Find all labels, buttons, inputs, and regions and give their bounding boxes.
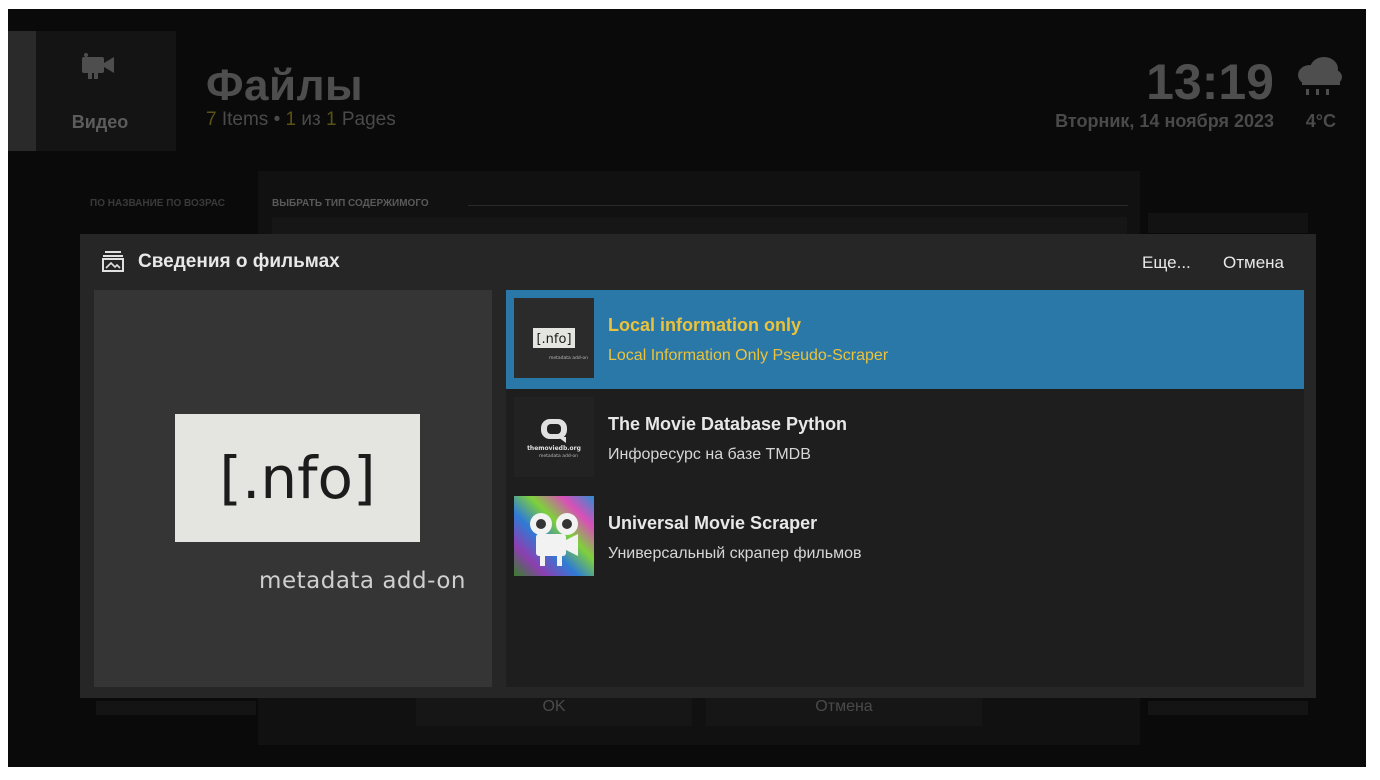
- cancel-button[interactable]: Отмена: [1223, 253, 1284, 273]
- scraper-list: [.nfo] metadata add-on Local information…: [506, 290, 1304, 687]
- dialog-header: Сведения о фильмах Еще... Отмена: [80, 234, 1316, 290]
- rain-cloud-icon: [1298, 57, 1342, 95]
- more-button[interactable]: Еще...: [1142, 253, 1191, 273]
- item-title: The Movie Database Python: [608, 414, 848, 434]
- items-word: Items: [221, 109, 269, 130]
- kodi-screen: Видео Файлы 7 Items • 1 из 1 Pages 13:19…: [8, 9, 1366, 767]
- page-title: Файлы: [206, 61, 364, 110]
- universal-scraper-icon: [514, 496, 594, 576]
- video-camera-icon: [82, 53, 114, 79]
- item-subtitle: Local Information Only Pseudo-Scraper: [608, 347, 889, 364]
- background-row: [272, 217, 1127, 235]
- page-current: 1: [285, 109, 297, 130]
- heading-divider: [468, 205, 1128, 206]
- background-section-tile: [36, 31, 176, 151]
- pages-word: Pages: [341, 109, 396, 130]
- date: Вторник, 14 ноября 2023: [1055, 111, 1274, 131]
- preview-caption: metadata add-on: [259, 568, 466, 594]
- items-count: 7: [206, 109, 217, 130]
- thumb-caption: metadata add-on: [549, 355, 588, 361]
- background-strip: [1148, 701, 1308, 715]
- nfo-logo-text: [.nfo]: [219, 444, 376, 512]
- temperature: 4°C: [1305, 111, 1336, 131]
- scraper-item-universal[interactable]: Universal Movie Scraper Универсальный ск…: [506, 488, 1304, 587]
- page-subtitle: 7 Items • 1 из 1 Pages: [206, 109, 396, 131]
- page-of-word: из: [301, 109, 321, 130]
- item-subtitle: Инфоресурс на базе TMDB: [608, 446, 811, 463]
- content-type-heading: ВЫБРАТЬ ТИП СОДЕРЖИМОГО: [272, 198, 429, 209]
- nfo-logo: [.nfo]: [175, 414, 420, 542]
- nfo-addon-icon: [.nfo] metadata add-on: [514, 298, 594, 378]
- sort-labels: ПО НАЗВАНИЕ ПО ВОЗРАС: [90, 198, 225, 209]
- tmdb-addon-icon: themoviedb.org metadata add-on: [514, 397, 594, 477]
- background-ok-button: OK: [416, 696, 692, 726]
- background-strip: [96, 701, 256, 715]
- item-title: Universal Movie Scraper: [608, 513, 818, 533]
- background-right-panel: [1148, 213, 1308, 233]
- movie-info-dialog: Сведения о фильмах Еще... Отмена [.nfo] …: [80, 234, 1316, 698]
- dialog-title: Сведения о фильмах: [138, 251, 340, 272]
- thumb-logo-text: [.nfo]: [536, 332, 571, 347]
- subtitle-separator: •: [273, 109, 281, 130]
- clock: 13:19: [1146, 54, 1274, 110]
- thumb-caption: metadata add-on: [539, 453, 578, 459]
- section-label: Видео: [71, 112, 129, 132]
- scraper-item-local-info[interactable]: [.nfo] metadata add-on Local information…: [506, 290, 1304, 389]
- item-subtitle: Универсальный скрапер фильмов: [608, 545, 862, 562]
- movie-info-icon: [102, 251, 124, 272]
- background-cancel-button: Отмена: [706, 696, 982, 726]
- thumb-logo-text: themoviedb.org: [527, 445, 581, 452]
- page-total: 1: [326, 109, 337, 130]
- item-title: Local information only: [608, 315, 802, 335]
- scraper-item-tmdb[interactable]: themoviedb.org metadata add-on The Movie…: [506, 389, 1304, 488]
- background-sidebar-tab: [8, 31, 36, 151]
- addon-preview: [.nfo] metadata add-on: [94, 290, 492, 687]
